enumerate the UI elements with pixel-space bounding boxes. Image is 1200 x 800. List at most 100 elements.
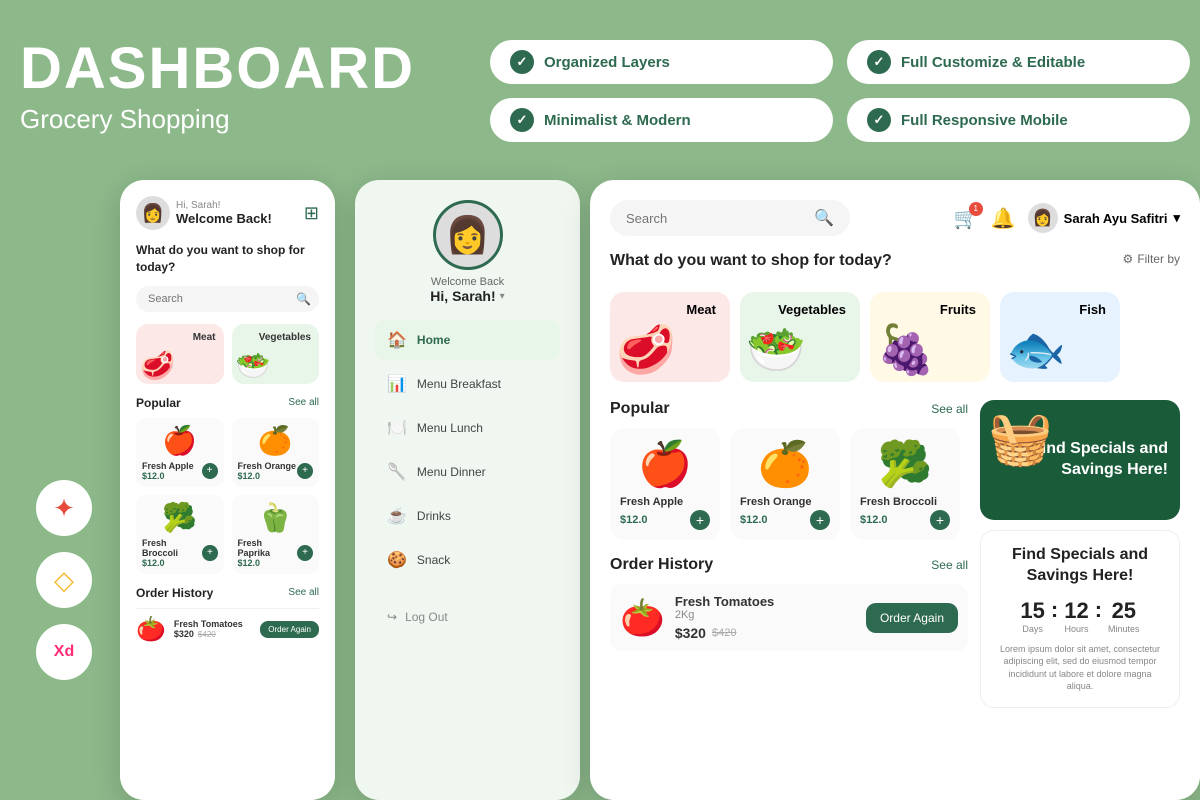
cart-button[interactable]: 🛒 1: [954, 206, 979, 231]
minutes-label: Minutes: [1108, 624, 1140, 634]
tablet-panel: 👩 Welcome Back Hi, Sarah! ▾ 🏠 Home 📊 Men…: [355, 180, 580, 800]
question-row: What do you want to shop for today? ⚙ Fi…: [610, 252, 1180, 282]
badge-label: Minimalist & Modern: [544, 112, 691, 129]
product-info: Fresh Apple $12.0: [142, 461, 194, 481]
timer-title: Find Specials and Savings Here!: [995, 545, 1165, 587]
popular-header: Popular See all: [610, 400, 968, 418]
nav-label: Drinks: [417, 509, 451, 523]
tool-icons: ✦ ◇ Xd: [36, 480, 92, 680]
chevron-down-icon: ▾: [1173, 210, 1180, 226]
add-to-cart-button[interactable]: +: [690, 510, 710, 530]
search-input[interactable]: [626, 211, 806, 226]
mobile-search-input[interactable]: [148, 293, 290, 305]
history-name: Fresh Tomatoes: [174, 619, 252, 629]
product-name: Fresh Orange: [740, 496, 830, 508]
specials-emoji: 🧺: [988, 408, 1053, 469]
fish-emoji: 🐟: [1006, 321, 1066, 378]
user-name: Sarah Ayu Safitri: [1064, 211, 1168, 226]
veg-emoji: 🥗: [746, 321, 806, 378]
category-meat[interactable]: Meat 🥩: [136, 324, 224, 384]
filter-button[interactable]: ⚙ Filter by: [1123, 252, 1180, 266]
desktop-categories: Meat 🥩 Vegetables 🥗 Fruits 🍇 Fish 🐟: [610, 292, 1180, 382]
hours-label: Hours: [1064, 624, 1088, 634]
figma-icon: ✦: [36, 480, 92, 536]
add-to-cart-button[interactable]: +: [297, 463, 313, 479]
sidebar-item-home[interactable]: 🏠 Home: [375, 320, 560, 360]
product-name: Fresh Apple: [142, 461, 194, 471]
sidebar-item-drinks[interactable]: ☕ Drinks: [375, 496, 560, 536]
header-right: 🛒 1 🔔 👩 Sarah Ayu Safitri ▾: [954, 203, 1180, 233]
order-history-title: Order History: [610, 556, 713, 574]
product-emoji: 🥦: [142, 501, 218, 534]
category-label: Meat: [193, 332, 216, 343]
sidebar-item-breakfast[interactable]: 📊 Menu Breakfast: [375, 364, 560, 404]
popular-title: Popular: [610, 400, 670, 418]
user-profile: 👩 Sarah Ayu Safitri ▾: [1028, 203, 1180, 233]
xd-icon: Xd: [36, 624, 92, 680]
category-fish[interactable]: Fish 🐟: [1000, 292, 1120, 382]
see-all-link[interactable]: See all: [288, 587, 319, 598]
product-info-row: Fresh Apple $12.0 +: [142, 461, 218, 481]
sidebar-nav: 🏠 Home 📊 Menu Breakfast 🍽️ Menu Lunch 🥄 …: [375, 320, 560, 580]
category-fruits[interactable]: Fruits 🍇: [870, 292, 990, 382]
notification-icon[interactable]: 🔔: [991, 206, 1016, 231]
badge-label: Organized Layers: [544, 54, 670, 71]
content-right: 🧺 Find Specials and Savings Here! Find S…: [980, 400, 1180, 708]
history-info: Fresh Tomatoes $320 $420: [174, 619, 252, 639]
product-price: $12.0: [620, 514, 648, 526]
avatar: 👩: [433, 200, 503, 270]
list-item: 🥦 Fresh Broccoli $12.0 +: [850, 428, 960, 540]
welcome-text: Welcome Back!: [176, 211, 272, 226]
product-price: $12.0: [142, 558, 202, 568]
nav-label: Menu Dinner: [417, 465, 486, 479]
sidebar-item-dinner[interactable]: 🥄 Menu Dinner: [375, 452, 560, 492]
price-row: $320 $420: [174, 629, 252, 639]
product-name: Fresh Orange: [238, 461, 297, 471]
separator: :: [1051, 597, 1058, 623]
badge-minimalist: ✓ Minimalist & Modern: [490, 98, 833, 142]
add-to-cart-button[interactable]: +: [810, 510, 830, 530]
search-bar[interactable]: 🔍: [610, 200, 850, 236]
product-info: Fresh Broccoli $12.0: [142, 538, 202, 568]
see-all-link[interactable]: See all: [931, 558, 968, 572]
page-subtitle: Grocery Shopping: [20, 104, 415, 135]
branding-block: DASHBOARD Grocery Shopping: [20, 40, 415, 135]
product-info-row: Fresh Broccoli $12.0 +: [142, 538, 218, 568]
order-history-header: Order History See all: [136, 586, 319, 600]
add-to-cart-button[interactable]: +: [930, 510, 950, 530]
product-emoji: 🫑: [238, 501, 314, 534]
history-info: Fresh Tomatoes 2Kg $320 $420: [675, 594, 856, 641]
mobile-header: 👩 Hi, Sarah! Welcome Back! ⊞: [136, 196, 319, 230]
product-name: Fresh Broccoli: [142, 538, 202, 558]
user-name: Hi, Sarah!: [430, 288, 495, 304]
add-to-cart-button[interactable]: +: [297, 545, 313, 561]
see-all-link[interactable]: See all: [288, 397, 319, 408]
fruits-emoji: 🍇: [876, 321, 936, 378]
user-profile-block: 👩 Welcome Back Hi, Sarah! ▾: [375, 200, 560, 304]
badge-responsive: ✓ Full Responsive Mobile: [847, 98, 1190, 142]
filter-label: Filter by: [1137, 252, 1180, 266]
order-again-button[interactable]: Order Again: [260, 621, 319, 638]
sidebar-item-snack[interactable]: 🍪 Snack: [375, 540, 560, 580]
history-item: 🍅 Fresh Tomatoes $320 $420 Order Again: [136, 608, 319, 650]
history-price: $320: [675, 625, 706, 641]
mobile-categories: Meat 🥩 Vegetables 🥗: [136, 324, 319, 384]
category-vegetables[interactable]: Vegetables 🥗: [232, 324, 320, 384]
product-price: $12.0: [860, 514, 888, 526]
category-meat[interactable]: Meat 🥩: [610, 292, 730, 382]
logout-button[interactable]: ↪ Log Out: [375, 600, 560, 634]
order-again-button[interactable]: Order Again: [866, 603, 958, 633]
category-label: Fish: [1079, 302, 1106, 317]
avatar: 👩: [1028, 203, 1058, 233]
dinner-icon: 🥄: [387, 462, 407, 482]
sidebar-item-lunch[interactable]: 🍽️ Menu Lunch: [375, 408, 560, 448]
separator: :: [1095, 597, 1102, 623]
add-to-cart-button[interactable]: +: [202, 463, 218, 479]
popular-header: Popular See all: [136, 396, 319, 410]
category-vegetables[interactable]: Vegetables 🥗: [740, 292, 860, 382]
product-price-row: $12.0 +: [860, 510, 950, 530]
mobile-search-bar[interactable]: 🔍: [136, 286, 319, 312]
grid-icon[interactable]: ⊞: [304, 203, 319, 224]
see-all-link[interactable]: See all: [931, 402, 968, 416]
add-to-cart-button[interactable]: +: [202, 545, 217, 561]
